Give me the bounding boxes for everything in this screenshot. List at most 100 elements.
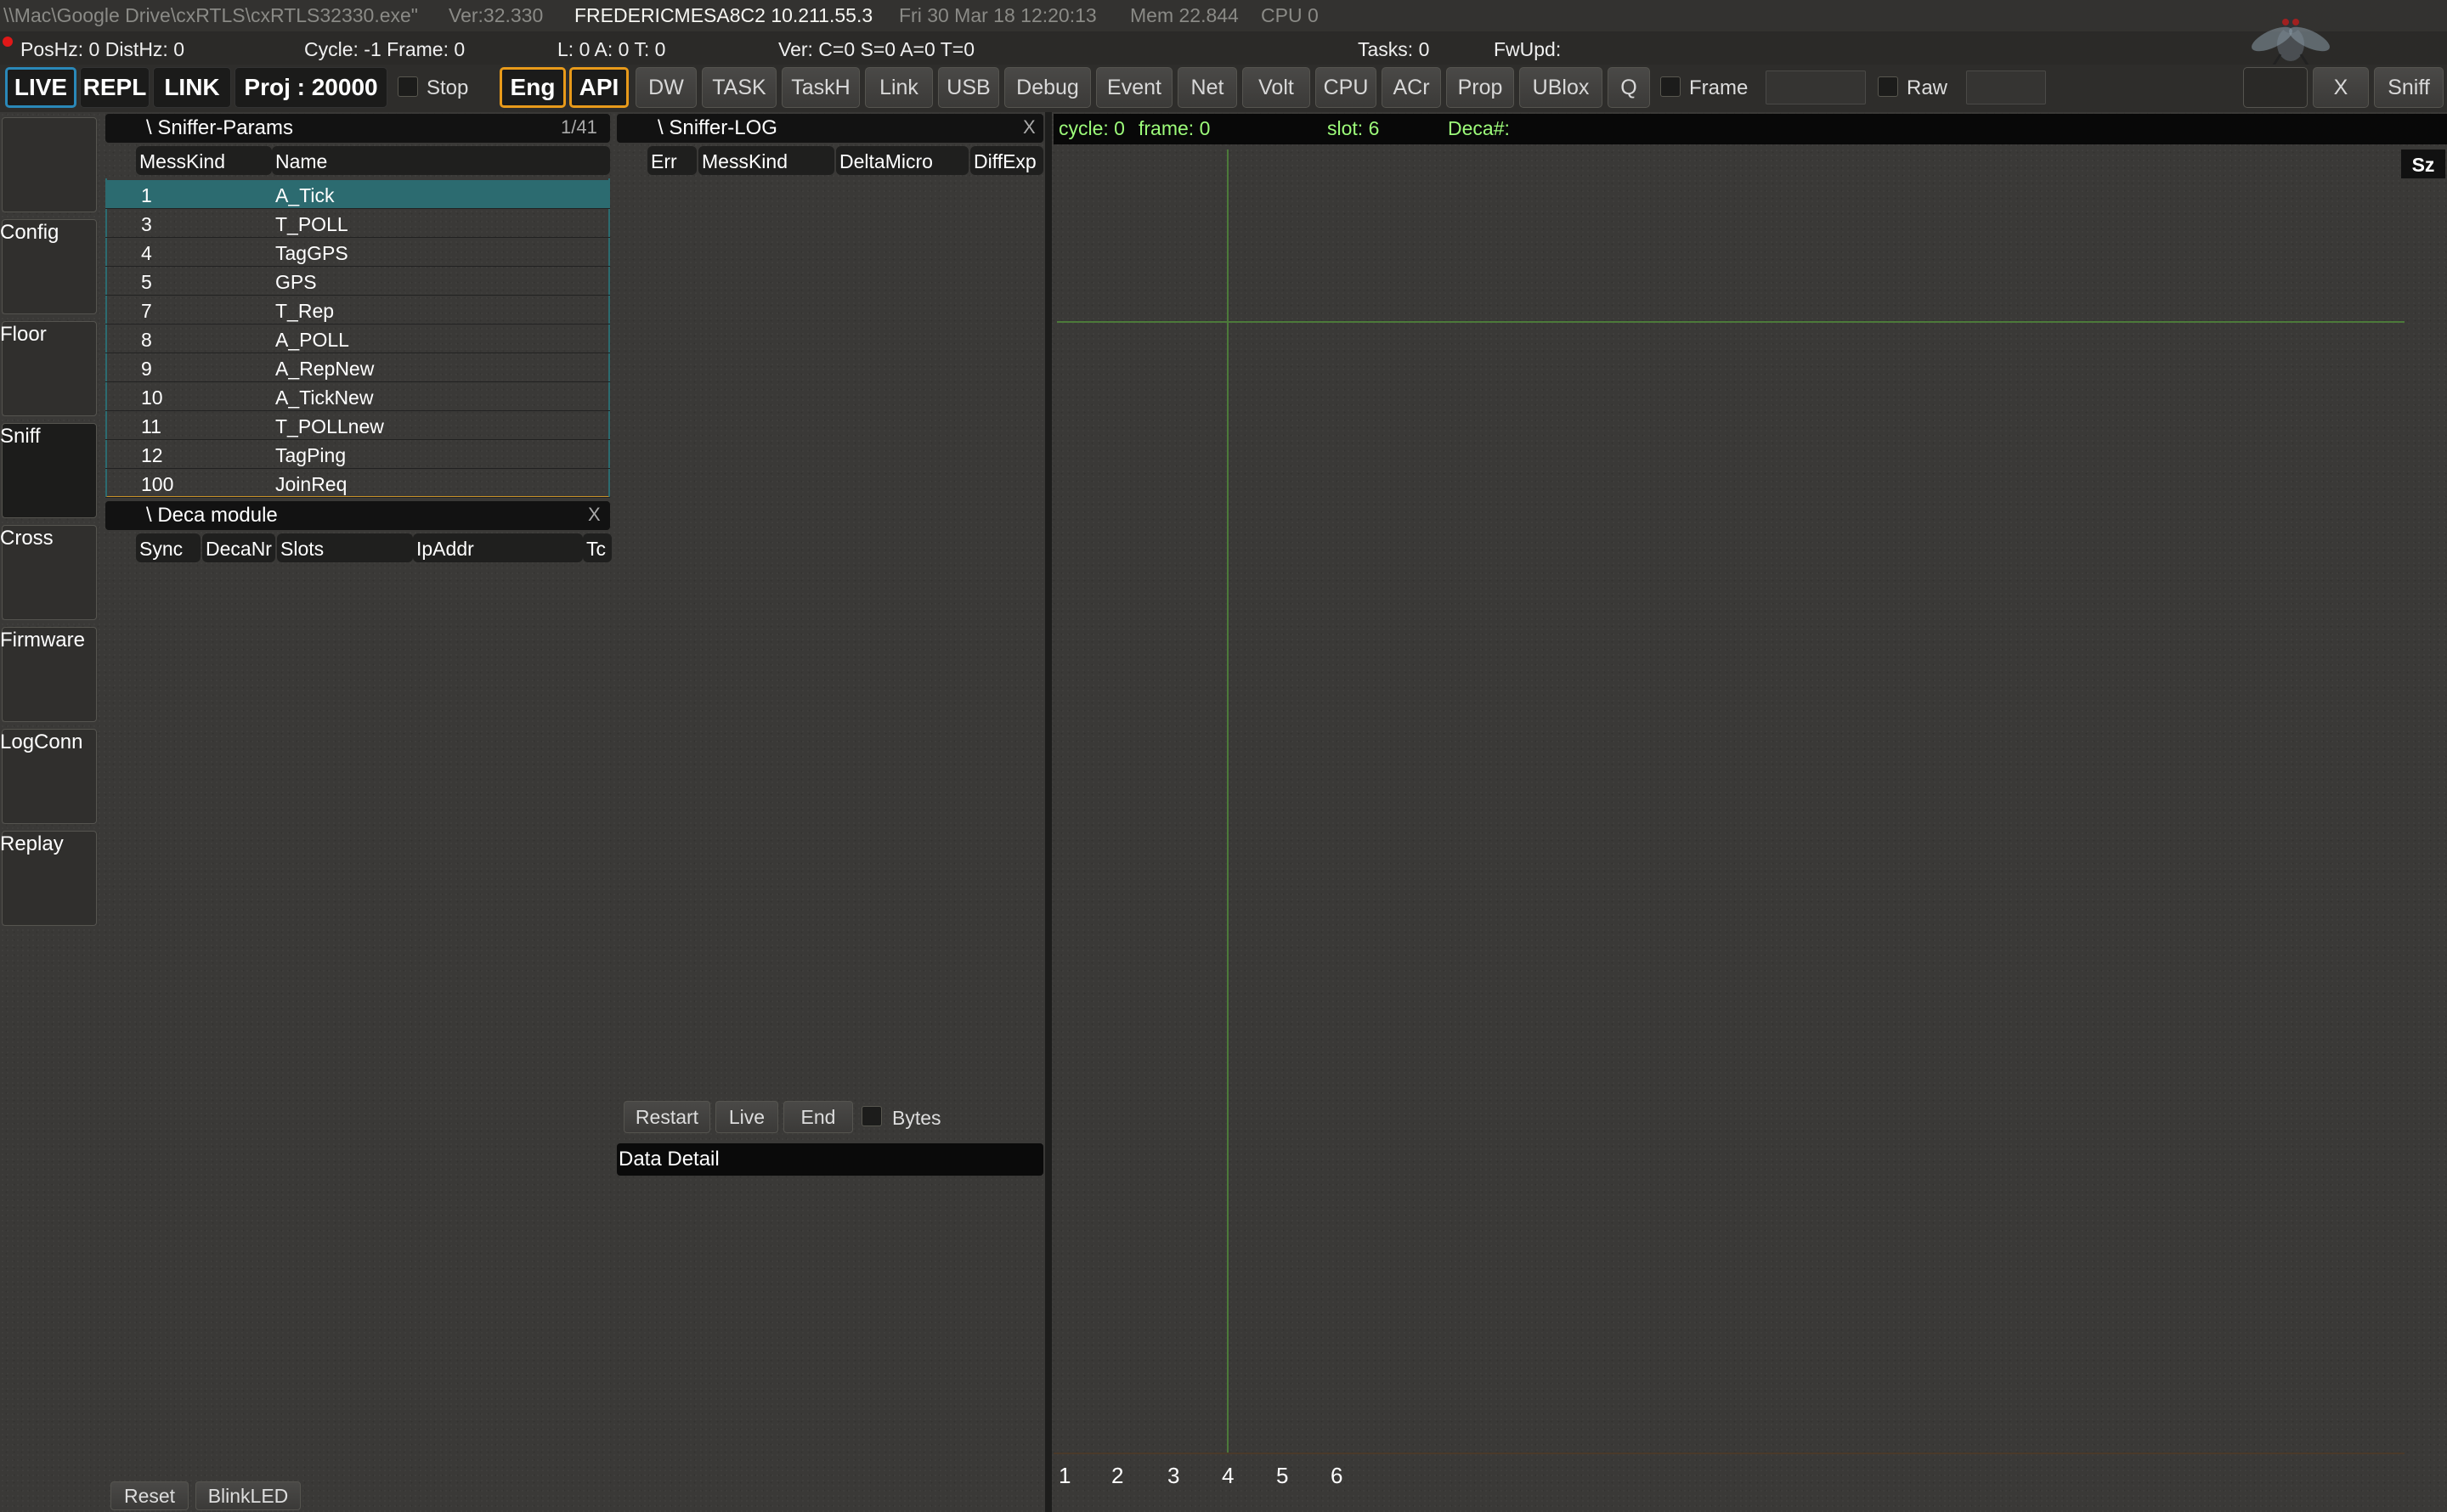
graph-cycle: cycle: 0 [1059, 117, 1125, 139]
nav-tile-top[interactable] [2, 117, 97, 212]
table-row[interactable]: 7 T_Rep [105, 296, 610, 324]
cpu-label: CPU 0 [1261, 4, 1319, 26]
graph-header: cycle: 0 frame: 0 slot: 6 Deca#: [1054, 114, 2447, 144]
col-slots[interactable]: Slots [277, 533, 413, 562]
table-row[interactable]: 9 A_RepNew [105, 353, 610, 382]
debug-button[interactable]: Debug [1004, 67, 1091, 108]
datetime-label: Fri 30 Mar 18 12:20:13 [899, 4, 1097, 26]
table-row[interactable]: 8 A_POLL [105, 324, 610, 353]
tasks-status: Tasks: 0 [1358, 38, 1430, 60]
table-row[interactable]: 5 GPS [105, 267, 610, 296]
raw-input[interactable] [1966, 71, 2046, 104]
table-row[interactable]: 10 A_TickNew [105, 382, 610, 411]
host-label: FREDERICMESA8C2 10.211.55.3 [574, 4, 873, 26]
end-button[interactable]: End [783, 1101, 853, 1133]
axis-tick-label: 1 [1059, 1463, 1071, 1488]
col-name[interactable]: Name [272, 146, 610, 175]
status-bar: PosHz: 0 DistHz: 0 Cycle: -1 Frame: 0 L:… [0, 32, 2447, 65]
log-live-button[interactable]: Live [715, 1101, 778, 1133]
col-tc[interactable]: Tc [583, 533, 612, 562]
raw-checkbox[interactable] [1878, 76, 1898, 97]
link-button[interactable]: Link [865, 67, 933, 108]
col-diffexp[interactable]: DiffExp [970, 146, 1043, 175]
exe-path: \\Mac\Google Drive\cxRTLS\cxRTLS32330.ex… [3, 4, 418, 26]
data-detail-title: Data Detail [619, 1148, 720, 1171]
axis-tick-label: 5 [1276, 1463, 1289, 1488]
title-bar: \\Mac\Google Drive\cxRTLS\cxRTLS32330.ex… [0, 0, 2447, 32]
volt-button[interactable]: Volt [1242, 67, 1310, 108]
sniffer-log-close-button[interactable]: X [1023, 118, 1036, 137]
eng-button[interactable]: Eng [500, 67, 566, 108]
graph-frame: frame: 0 [1139, 117, 1211, 139]
recording-indicator-icon [3, 37, 13, 47]
panel-splitter[interactable] [1045, 112, 1052, 1512]
table-row[interactable]: 11 T_POLLnew [105, 411, 610, 440]
nav-label-firmware: Firmware [0, 629, 85, 652]
graph-slot: slot: 6 [1327, 117, 1380, 139]
bytes-checkbox[interactable] [862, 1106, 882, 1126]
axis-tick-label: 2 [1111, 1463, 1124, 1488]
blinkled-button[interactable]: BlinkLED [195, 1481, 301, 1510]
ver-status: Ver: C=0 S=0 A=0 T=0 [778, 38, 975, 60]
size-toggle-button[interactable]: Sz [2401, 150, 2445, 178]
prop-button[interactable]: Prop [1446, 67, 1514, 108]
col-messkind[interactable]: MessKind [136, 146, 272, 175]
poshz-status: PosHz: 0 DistHz: 0 [20, 38, 184, 60]
col-sync[interactable]: Sync [136, 533, 201, 562]
col-ipaddr[interactable]: IpAddr [413, 533, 583, 562]
col-log-messkind[interactable]: MessKind [698, 146, 834, 175]
sniffer-params-header: \ Sniffer-Params 1/41 [105, 114, 610, 143]
frame-checkbox[interactable] [1660, 76, 1681, 97]
close-button[interactable]: X [2313, 67, 2369, 108]
graph-vertical-line [1227, 150, 1229, 1453]
deca-module-title: \ Deca module [146, 504, 278, 527]
graph-horizontal-line [1057, 321, 2405, 323]
blank-button[interactable] [2243, 67, 2308, 108]
data-detail-panel: Data Detail [617, 1143, 1043, 1176]
col-deltamicro[interactable]: DeltaMicro [836, 146, 969, 175]
q-button[interactable]: Q [1608, 67, 1650, 108]
api-button[interactable]: API [569, 67, 629, 108]
col-decanr[interactable]: DecaNr [202, 533, 275, 562]
version-label: Ver:32.330 [449, 4, 544, 26]
frame-label: Frame [1689, 76, 1749, 99]
lat-status: L: 0 A: 0 T: 0 [557, 38, 666, 60]
reset-button[interactable]: Reset [110, 1481, 189, 1510]
bytes-label: Bytes [892, 1107, 941, 1129]
axis-tick-label: 6 [1331, 1463, 1343, 1488]
table-row[interactable]: 12 TagPing [105, 440, 610, 469]
stop-checkbox[interactable] [398, 76, 418, 97]
project-selector[interactable]: Proj : 20000 [235, 67, 387, 108]
table-row[interactable]: 3 T_POLL [105, 209, 610, 238]
sniffer-params-count: 1/41 [561, 116, 597, 138]
acr-button[interactable]: ACr [1382, 67, 1441, 108]
link-mode-button[interactable]: LINK [153, 67, 231, 108]
axis-tick-label: 4 [1222, 1463, 1235, 1488]
nav-label-cross: Cross [0, 527, 54, 550]
stop-label: Stop [427, 76, 469, 99]
task-button[interactable]: TASK [702, 67, 777, 108]
restart-button[interactable]: Restart [624, 1101, 710, 1133]
table-row[interactable]: 100 JoinReq [105, 469, 610, 498]
event-button[interactable]: Event [1096, 67, 1173, 108]
taskh-button[interactable]: TaskH [782, 67, 860, 108]
cycle-status: Cycle: -1 Frame: 0 [304, 38, 466, 60]
nav-label-replay: Replay [0, 832, 64, 855]
sniff-toggle-button[interactable]: Sniff [2374, 67, 2444, 108]
ublox-button[interactable]: UBlox [1519, 67, 1602, 108]
table-row[interactable]: 4 TagGPS [105, 238, 610, 267]
col-err[interactable]: Err [647, 146, 697, 175]
nav-label-sniff: Sniff [0, 425, 41, 448]
deca-module-header: \ Deca module X [105, 501, 610, 530]
live-mode-button[interactable]: LIVE [5, 67, 76, 108]
cpu-button[interactable]: CPU [1315, 67, 1376, 108]
sniffer-log-title: \ Sniffer-LOG [658, 116, 777, 139]
deca-module-close-button[interactable]: X [588, 505, 601, 524]
net-button[interactable]: Net [1178, 67, 1237, 108]
nav-label-config: Config [0, 221, 59, 244]
repl-mode-button[interactable]: REPL [80, 67, 150, 108]
usb-button[interactable]: USB [938, 67, 999, 108]
table-row[interactable]: 1 A_Tick [105, 180, 610, 209]
frame-input[interactable] [1766, 71, 1866, 104]
dw-button[interactable]: DW [636, 67, 697, 108]
